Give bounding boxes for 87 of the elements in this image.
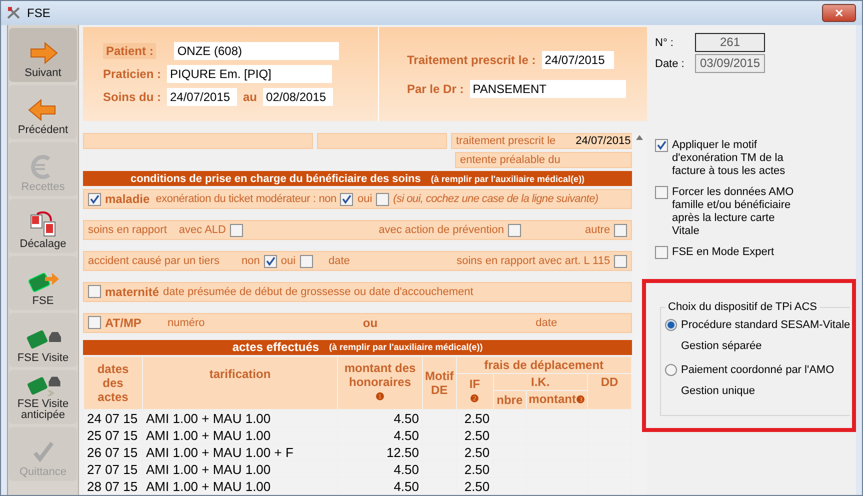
field-value: 24/07/2015 xyxy=(576,135,631,148)
option-label: autre xyxy=(585,224,610,236)
radio-button[interactable] xyxy=(665,364,677,376)
section-title: conditions de prise en charge du bénéficiaire des soins xyxy=(130,172,421,185)
checkbox[interactable] xyxy=(230,224,243,237)
checkbox[interactable] xyxy=(614,224,628,237)
option-description: Gestion unique xyxy=(681,385,756,397)
checkbox[interactable] xyxy=(614,254,628,268)
group-title: Choix du dispositif de TPi ACS xyxy=(667,301,818,313)
column-header: dates des actes xyxy=(84,357,142,409)
input-field[interactable]: ONZE (608) xyxy=(174,42,340,60)
column-header: IF ❷ xyxy=(456,374,493,409)
radio-option[interactable]: Paiement coordonné par l'AMO xyxy=(665,364,850,376)
column-header: montant❸ xyxy=(526,391,587,409)
option-label: FSE en Mode Expert xyxy=(672,246,774,259)
option-label: avec action de prévention xyxy=(378,224,504,236)
column-header: montant des honoraires ❶ xyxy=(338,357,422,409)
column-header: tarification xyxy=(143,357,337,409)
checkbox[interactable] xyxy=(300,254,313,268)
toolbar-button[interactable]: Précédent xyxy=(9,85,77,139)
toolbar-button[interactable]: FSE Visite anticipée xyxy=(9,370,77,424)
checkbox[interactable] xyxy=(655,186,668,199)
window-title: FSE xyxy=(27,6,52,20)
checkbox[interactable] xyxy=(376,192,390,206)
input-field[interactable] xyxy=(83,133,313,150)
input-field[interactable] xyxy=(317,133,447,150)
option-label: Appliquer le motif d'exonération TM de la facture à tous les actes xyxy=(672,139,786,178)
field-label: Date : xyxy=(655,58,685,70)
input-field[interactable]: 24/07/2015 xyxy=(167,88,237,106)
option-label: maladie xyxy=(105,192,150,206)
input-field[interactable]: PIQURE Em. [PIQ] xyxy=(167,65,332,83)
option-label: exonération du ticket modérateur : non xyxy=(156,193,336,206)
option-label: soins en rapport avec art. L 115 xyxy=(456,255,610,268)
option-label: maternité xyxy=(105,284,160,299)
column-header: nbre xyxy=(494,391,526,409)
option-label: oui xyxy=(357,193,372,206)
option-description: Gestion séparée xyxy=(681,340,763,352)
option-label: Forcer les données AMO famille et/ou bénéficiaire après la lecture carte Vitale xyxy=(672,186,795,238)
checkbox[interactable] xyxy=(508,224,521,237)
scroll-up-icon[interactable] xyxy=(636,135,644,140)
checkbox[interactable] xyxy=(655,139,668,152)
radio-button[interactable] xyxy=(665,319,677,331)
checkbox[interactable] xyxy=(340,192,354,206)
toolbar-button[interactable]: FSE Visite xyxy=(9,313,77,367)
field-label: Soins du : xyxy=(103,90,161,104)
option-label: avec ALD xyxy=(178,224,226,236)
section-note: (à remplir par l'auxiliaire médical(e)) xyxy=(329,342,483,352)
toolbar-button[interactable]: FSE xyxy=(9,256,77,310)
field-label: Traitement prescrit le : xyxy=(407,52,536,66)
number-field[interactable]: 261 xyxy=(695,33,765,52)
option-label: accident causé par un tiers xyxy=(88,255,220,268)
section-title: actes effectués xyxy=(232,340,320,354)
radio-option[interactable]: Procédure standard SESAM-Vitale xyxy=(665,319,850,331)
date-field[interactable]: 03/09/2015 xyxy=(695,54,765,73)
option-label: numéro xyxy=(167,316,205,329)
option-label: soins en rapport xyxy=(88,224,167,236)
input-field[interactable]: PANSEMENT xyxy=(470,80,626,98)
column-header: frais de déplacement xyxy=(456,357,632,373)
checkbox[interactable] xyxy=(88,316,101,330)
option-label: oui xyxy=(280,255,296,268)
section-note: (à remplir par l'auxiliaire médical(e)) xyxy=(430,174,585,184)
field-label: traitement prescrit le xyxy=(456,135,556,148)
option-label: ou xyxy=(362,316,378,330)
field-label: entente préalable du xyxy=(460,154,560,166)
option-label: date présumée de début de grossesse ou date d'accouchement xyxy=(163,286,474,298)
option-label: date xyxy=(536,316,558,329)
field-label: Patient : xyxy=(103,43,156,59)
column-header: DD xyxy=(588,374,632,409)
hint-text: (si oui, cochez une case de la ligne suivante) xyxy=(393,193,598,206)
checkbox[interactable] xyxy=(655,246,668,259)
field-label: Par le Dr : xyxy=(407,82,464,96)
option-label: non xyxy=(241,255,260,268)
checkbox[interactable] xyxy=(88,192,101,206)
field-label: N° : xyxy=(655,36,674,48)
app-icon xyxy=(7,6,21,20)
input-field[interactable]: 24/07/2015 xyxy=(542,50,614,68)
toolbar-button[interactable]: Décalage xyxy=(9,199,77,253)
column-header: I.K. xyxy=(494,374,587,390)
checkbox[interactable] xyxy=(264,254,277,268)
toolbar-button[interactable]: Suivant xyxy=(9,28,77,82)
option-label: date xyxy=(328,255,350,268)
field-label: Praticien : xyxy=(103,67,162,81)
checkbox[interactable] xyxy=(88,285,101,298)
option-label: AT/MP xyxy=(105,316,142,330)
column-header: Motif DE xyxy=(423,357,456,409)
field-label: au xyxy=(243,90,258,104)
input-field[interactable]: 02/08/2015 xyxy=(263,88,334,106)
